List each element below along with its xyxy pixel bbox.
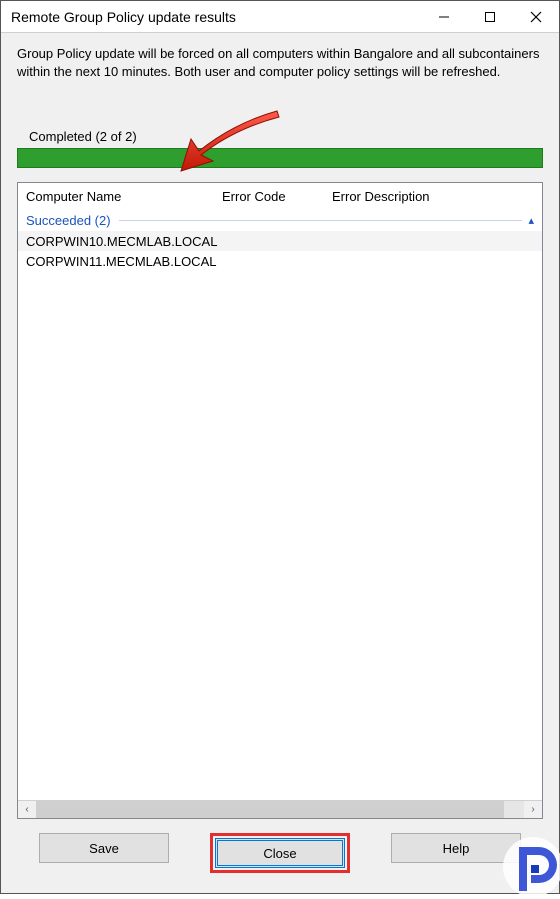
results-list: Computer Name Error Code Error Descripti… <box>17 182 543 819</box>
button-row: Save Close Help <box>17 833 543 893</box>
progress-label: Completed (2 of 2) <box>29 129 543 144</box>
titlebar: Remote Group Policy update results <box>1 1 559 33</box>
cell-computer-name: CORPWIN10.MECMLAB.LOCAL <box>22 234 222 249</box>
window-controls <box>421 1 559 32</box>
help-button[interactable]: Help <box>391 833 521 863</box>
list-header: Computer Name Error Code Error Descripti… <box>18 183 542 209</box>
column-header-desc[interactable]: Error Description <box>332 189 542 204</box>
save-button[interactable]: Save <box>39 833 169 863</box>
cell-computer-name: CORPWIN11.MECMLAB.LOCAL <box>22 254 222 269</box>
close-button[interactable]: Close <box>215 838 345 868</box>
scroll-track[interactable] <box>36 801 524 818</box>
annotation-highlight: Close <box>210 833 350 873</box>
column-header-name[interactable]: Computer Name <box>22 189 222 204</box>
close-window-button[interactable] <box>513 1 559 32</box>
scroll-left-icon[interactable]: ‹ <box>18 801 36 818</box>
scroll-right-icon[interactable]: › <box>524 801 542 818</box>
list-body: CORPWIN10.MECMLAB.LOCAL CORPWIN11.MECMLA… <box>18 231 542 800</box>
content-area: Group Policy update will be forced on al… <box>1 33 559 893</box>
description-text: Group Policy update will be forced on al… <box>17 45 543 81</box>
scroll-thumb[interactable] <box>36 801 504 818</box>
table-row[interactable]: CORPWIN10.MECMLAB.LOCAL <box>18 231 542 251</box>
group-divider <box>119 220 523 221</box>
maximize-button[interactable] <box>467 1 513 32</box>
minimize-button[interactable] <box>421 1 467 32</box>
horizontal-scrollbar[interactable]: ‹ › <box>18 800 542 818</box>
group-label: Succeeded (2) <box>18 213 111 228</box>
group-succeeded[interactable]: Succeeded (2) ▴ <box>18 209 542 231</box>
window-frame: Remote Group Policy update results Group… <box>0 0 560 894</box>
column-header-code[interactable]: Error Code <box>222 189 332 204</box>
window-title: Remote Group Policy update results <box>11 9 421 25</box>
collapse-icon: ▴ <box>528 214 542 227</box>
progress-bar <box>17 148 543 168</box>
table-row[interactable]: CORPWIN11.MECMLAB.LOCAL <box>18 251 542 271</box>
